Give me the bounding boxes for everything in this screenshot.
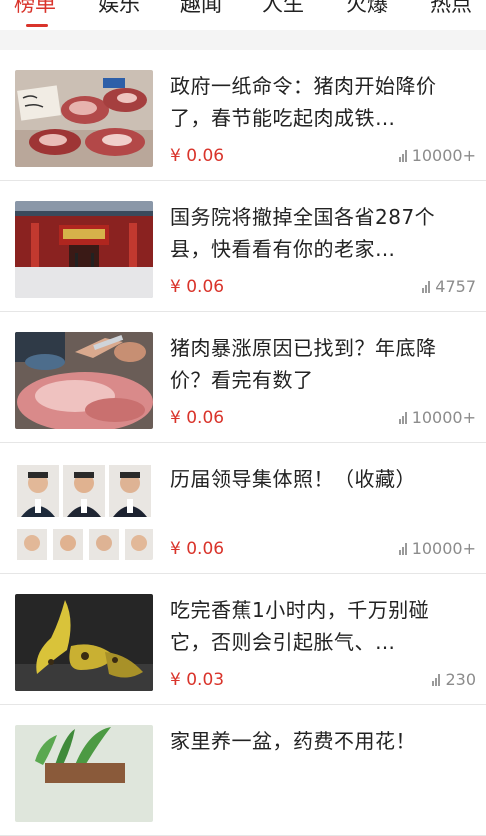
bar-chart-icon <box>398 149 408 162</box>
reward-price: ¥ 0.06 <box>170 539 225 559</box>
article-title[interactable]: 猪肉暴涨原因已找到？年底降价？看完有数了 <box>170 332 470 396</box>
view-count-value: 10000+ <box>411 539 476 558</box>
bar-chart-icon <box>398 411 408 424</box>
article-item[interactable]: 国务院将撤掉全国各省287个县，快看看有你的老家… ¥ 0.06 4757 <box>0 181 486 312</box>
article-item[interactable]: 猪肉暴涨原因已找到？年底降价？看完有数了 ¥ 0.06 10000+ <box>0 312 486 443</box>
reward-price: ¥ 0.06 <box>170 408 225 428</box>
view-count-value: 10000+ <box>411 146 476 165</box>
view-count: 10000+ <box>398 408 476 427</box>
view-count: 10000+ <box>398 539 476 558</box>
article-thumbnail-pork <box>15 70 153 167</box>
view-count-value: 4757 <box>435 277 476 296</box>
bar-chart-icon <box>422 280 431 293</box>
reward-price: ¥ 0.06 <box>170 146 225 166</box>
reward-price: ¥ 0.06 <box>170 277 225 297</box>
view-count: 10000+ <box>398 146 476 165</box>
tab-life[interactable]: 人生 <box>262 0 304 18</box>
article-feed: 政府一纸命令：猪肉开始降价了，春节能吃起肉成铁… ¥ 0.06 10000+ 国… <box>0 50 486 836</box>
article-title[interactable]: 国务院将撤掉全国各省287个县，快看看有你的老家… <box>170 201 470 265</box>
article-item[interactable]: 历届领导集体照！（收藏） ¥ 0.06 10000+ <box>0 443 486 574</box>
category-tab-bar: 榜单 娱乐 趣闻 人生 火爆 热点 <box>0 0 486 30</box>
article-title[interactable]: 历届领导集体照！（收藏） <box>170 463 470 495</box>
article-thumbnail-building <box>15 201 153 298</box>
article-title[interactable]: 政府一纸命令：猪肉开始降价了，春节能吃起肉成铁… <box>170 70 470 134</box>
section-divider <box>0 30 486 50</box>
view-count: 230 <box>432 670 476 689</box>
tab-fun-news[interactable]: 趣闻 <box>180 0 222 18</box>
article-title[interactable]: 吃完香蕉1小时内，千万别碰它，否则会引起胀气、… <box>170 594 470 658</box>
reward-price: ¥ 0.03 <box>170 670 225 690</box>
tab-trending[interactable]: 热点 <box>430 0 472 18</box>
article-item[interactable]: 吃完香蕉1小时内，千万别碰它，否则会引起胀气、… ¥ 0.03 230 <box>0 574 486 705</box>
article-thumbnail-butcher <box>15 332 153 429</box>
article-item[interactable]: 政府一纸命令：猪肉开始降价了，春节能吃起肉成铁… ¥ 0.06 10000+ <box>0 50 486 181</box>
tab-rankings[interactable]: 榜单 <box>14 0 56 18</box>
view-count-value: 10000+ <box>411 408 476 427</box>
tab-entertainment[interactable]: 娱乐 <box>98 0 140 18</box>
view-count: 4757 <box>422 277 476 296</box>
article-thumbnail-banana <box>15 594 153 691</box>
bar-chart-icon <box>398 542 408 555</box>
bar-chart-icon <box>432 673 441 686</box>
article-thumbnail-portraits <box>15 463 153 560</box>
article-title[interactable]: 家里养一盆，药费不用花！ <box>170 725 470 757</box>
article-thumbnail-plant <box>15 725 153 822</box>
active-tab-indicator <box>26 24 48 27</box>
view-count-value: 230 <box>445 670 476 689</box>
article-item[interactable]: 家里养一盆，药费不用花！ <box>0 705 486 836</box>
tab-hot[interactable]: 火爆 <box>346 0 388 18</box>
